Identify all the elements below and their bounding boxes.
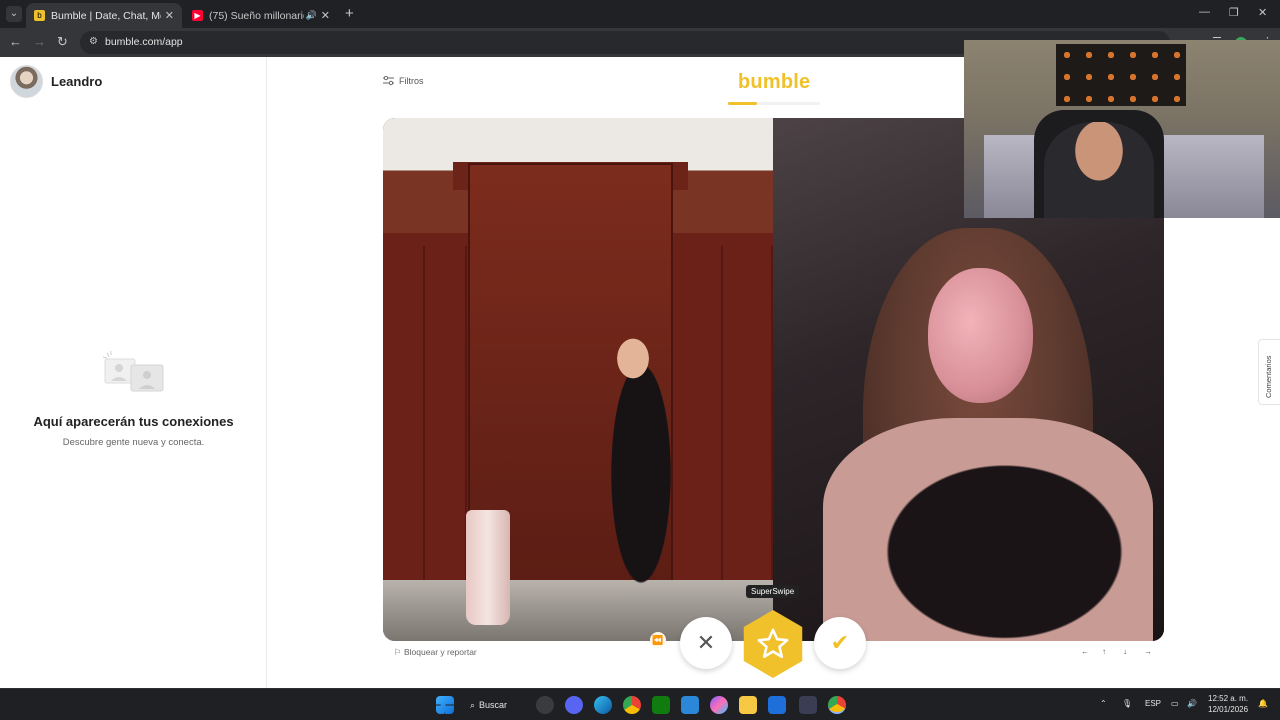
empty-state-subtitle: Descubre gente nueva y conecta. [62,437,205,448]
empty-state-title: Aquí aparecerán tus conexiones [33,414,234,429]
edge-icon[interactable] [594,696,612,714]
close-window-icon[interactable]: ✕ [1258,6,1267,19]
logo-underline [728,102,820,105]
app-installer-icon[interactable] [768,696,786,714]
webcam-overlay [964,40,1280,218]
person-body [823,418,1153,641]
bumble-favicon-icon: b [34,10,45,21]
block-report-link[interactable]: ⚐ Bloquear y reportar [394,647,477,658]
locker-background [383,246,468,586]
block-report-label: Bloquear y reportar [404,647,477,657]
microphone-icon[interactable]: 🎙 [1122,699,1132,708]
widgets-icon[interactable] [536,696,554,714]
site-info-icon[interactable]: ⚙ [89,36,98,47]
clock-time: 12:52 a. m. [1208,694,1249,703]
url-text: bumble.com/app [105,36,183,48]
filters-label: Filtros [399,76,424,86]
like-button[interactable]: ✔ [814,617,866,669]
taskbar-search[interactable]: ⌕ Buscar [470,696,507,714]
undo-button[interactable]: ⏪ [650,632,666,648]
bumble-logo: bumble [738,71,811,93]
terminal-icon[interactable] [799,696,817,714]
rewind-icon: ⏪ [652,634,664,645]
tab-title: Bumble | Date, Chat, Meet New [51,9,161,22]
back-icon[interactable]: ← [9,34,22,49]
locker-background [673,246,773,586]
photos-icon[interactable] [681,696,699,714]
taskbar-clock[interactable]: 12:52 a. m. 12/01/2026 [1208,693,1248,715]
search-label: Buscar [479,700,508,710]
star-icon [757,628,789,659]
person-figure [601,336,681,586]
feedback-tab[interactable]: Comentarios [1258,339,1280,405]
empty-connections-illustration-icon [102,351,164,392]
tab-youtube[interactable]: ▶ (75) Sueño millonario - You 🔊 ✕ [184,3,338,28]
notifications-icon[interactable]: 🔔 [1258,699,1268,708]
connections-sidebar: Leandro Aquí aparecerán tus conexiones D… [0,57,267,688]
username[interactable]: Leandro [51,74,102,89]
pager-up-button[interactable]: ↑ [1102,647,1106,656]
pager-next-button[interactable]: → [1144,647,1152,656]
tab-bumble[interactable]: b Bumble | Date, Chat, Meet New ✕ [26,3,182,28]
windows-start-icon[interactable] [436,696,454,714]
language-indicator[interactable]: ESP [1145,699,1161,708]
wall-poster [1056,44,1186,106]
discord-icon[interactable] [565,696,583,714]
chrome-icon[interactable] [623,696,641,714]
network-icon[interactable]: ▭ [1171,699,1179,708]
minimize-icon[interactable]: — [1199,6,1210,18]
feedback-label: Comentarios [1264,355,1273,398]
pager-prev-button[interactable]: ← [1081,647,1089,656]
flag-icon: ⚐ [394,647,402,657]
copilot-icon[interactable] [710,696,728,714]
superswipe-tooltip: SuperSwipe [746,585,800,598]
tray-chevron-icon[interactable]: ⌃ [1100,699,1107,708]
avatar[interactable] [10,65,43,98]
sliders-icon [383,76,394,86]
search-icon: ⌕ [470,699,476,710]
close-tab-icon[interactable]: ✕ [321,9,330,22]
volume-icon[interactable]: 🔊 [1187,699,1197,708]
clock-date: 12/01/2026 [1208,705,1249,714]
filters-button[interactable]: Filtros [383,76,424,86]
tumbler-cup [466,510,510,625]
checkmark-icon: ✔ [830,630,850,655]
speaker-icon[interactable]: 🔊 [306,10,317,21]
tab-title: (75) Sueño millonario - You [209,9,304,22]
reload-icon[interactable]: ↻ [57,34,68,50]
windows-taskbar: ⌕ Buscar ⌃ 🎙 ESP ▭ 🔊 12:52 a. m. 12/01/2… [0,688,1280,720]
xbox-icon[interactable] [652,696,670,714]
person-face [928,268,1033,403]
file-explorer-icon[interactable] [739,696,757,714]
close-icon: ✕ [696,630,716,655]
pass-button[interactable]: ✕ [680,617,732,669]
profile-photo-1 [383,118,773,641]
restore-icon[interactable]: ❐ [1229,6,1239,19]
pager-down-button[interactable]: ↓ [1123,647,1127,656]
close-tab-icon[interactable]: ✕ [165,9,174,22]
youtube-favicon-icon: ▶ [192,10,203,21]
chrome-active-icon[interactable] [828,696,846,714]
browser-tab-strip: ⌄ b Bumble | Date, Chat, Meet New ✕ ▶ (7… [0,0,1280,28]
tab-search-icon[interactable]: ⌄ [6,6,22,22]
streamer-figure [1044,122,1154,218]
new-tab-button[interactable]: + [345,5,354,22]
forward-icon[interactable]: → [33,34,46,49]
